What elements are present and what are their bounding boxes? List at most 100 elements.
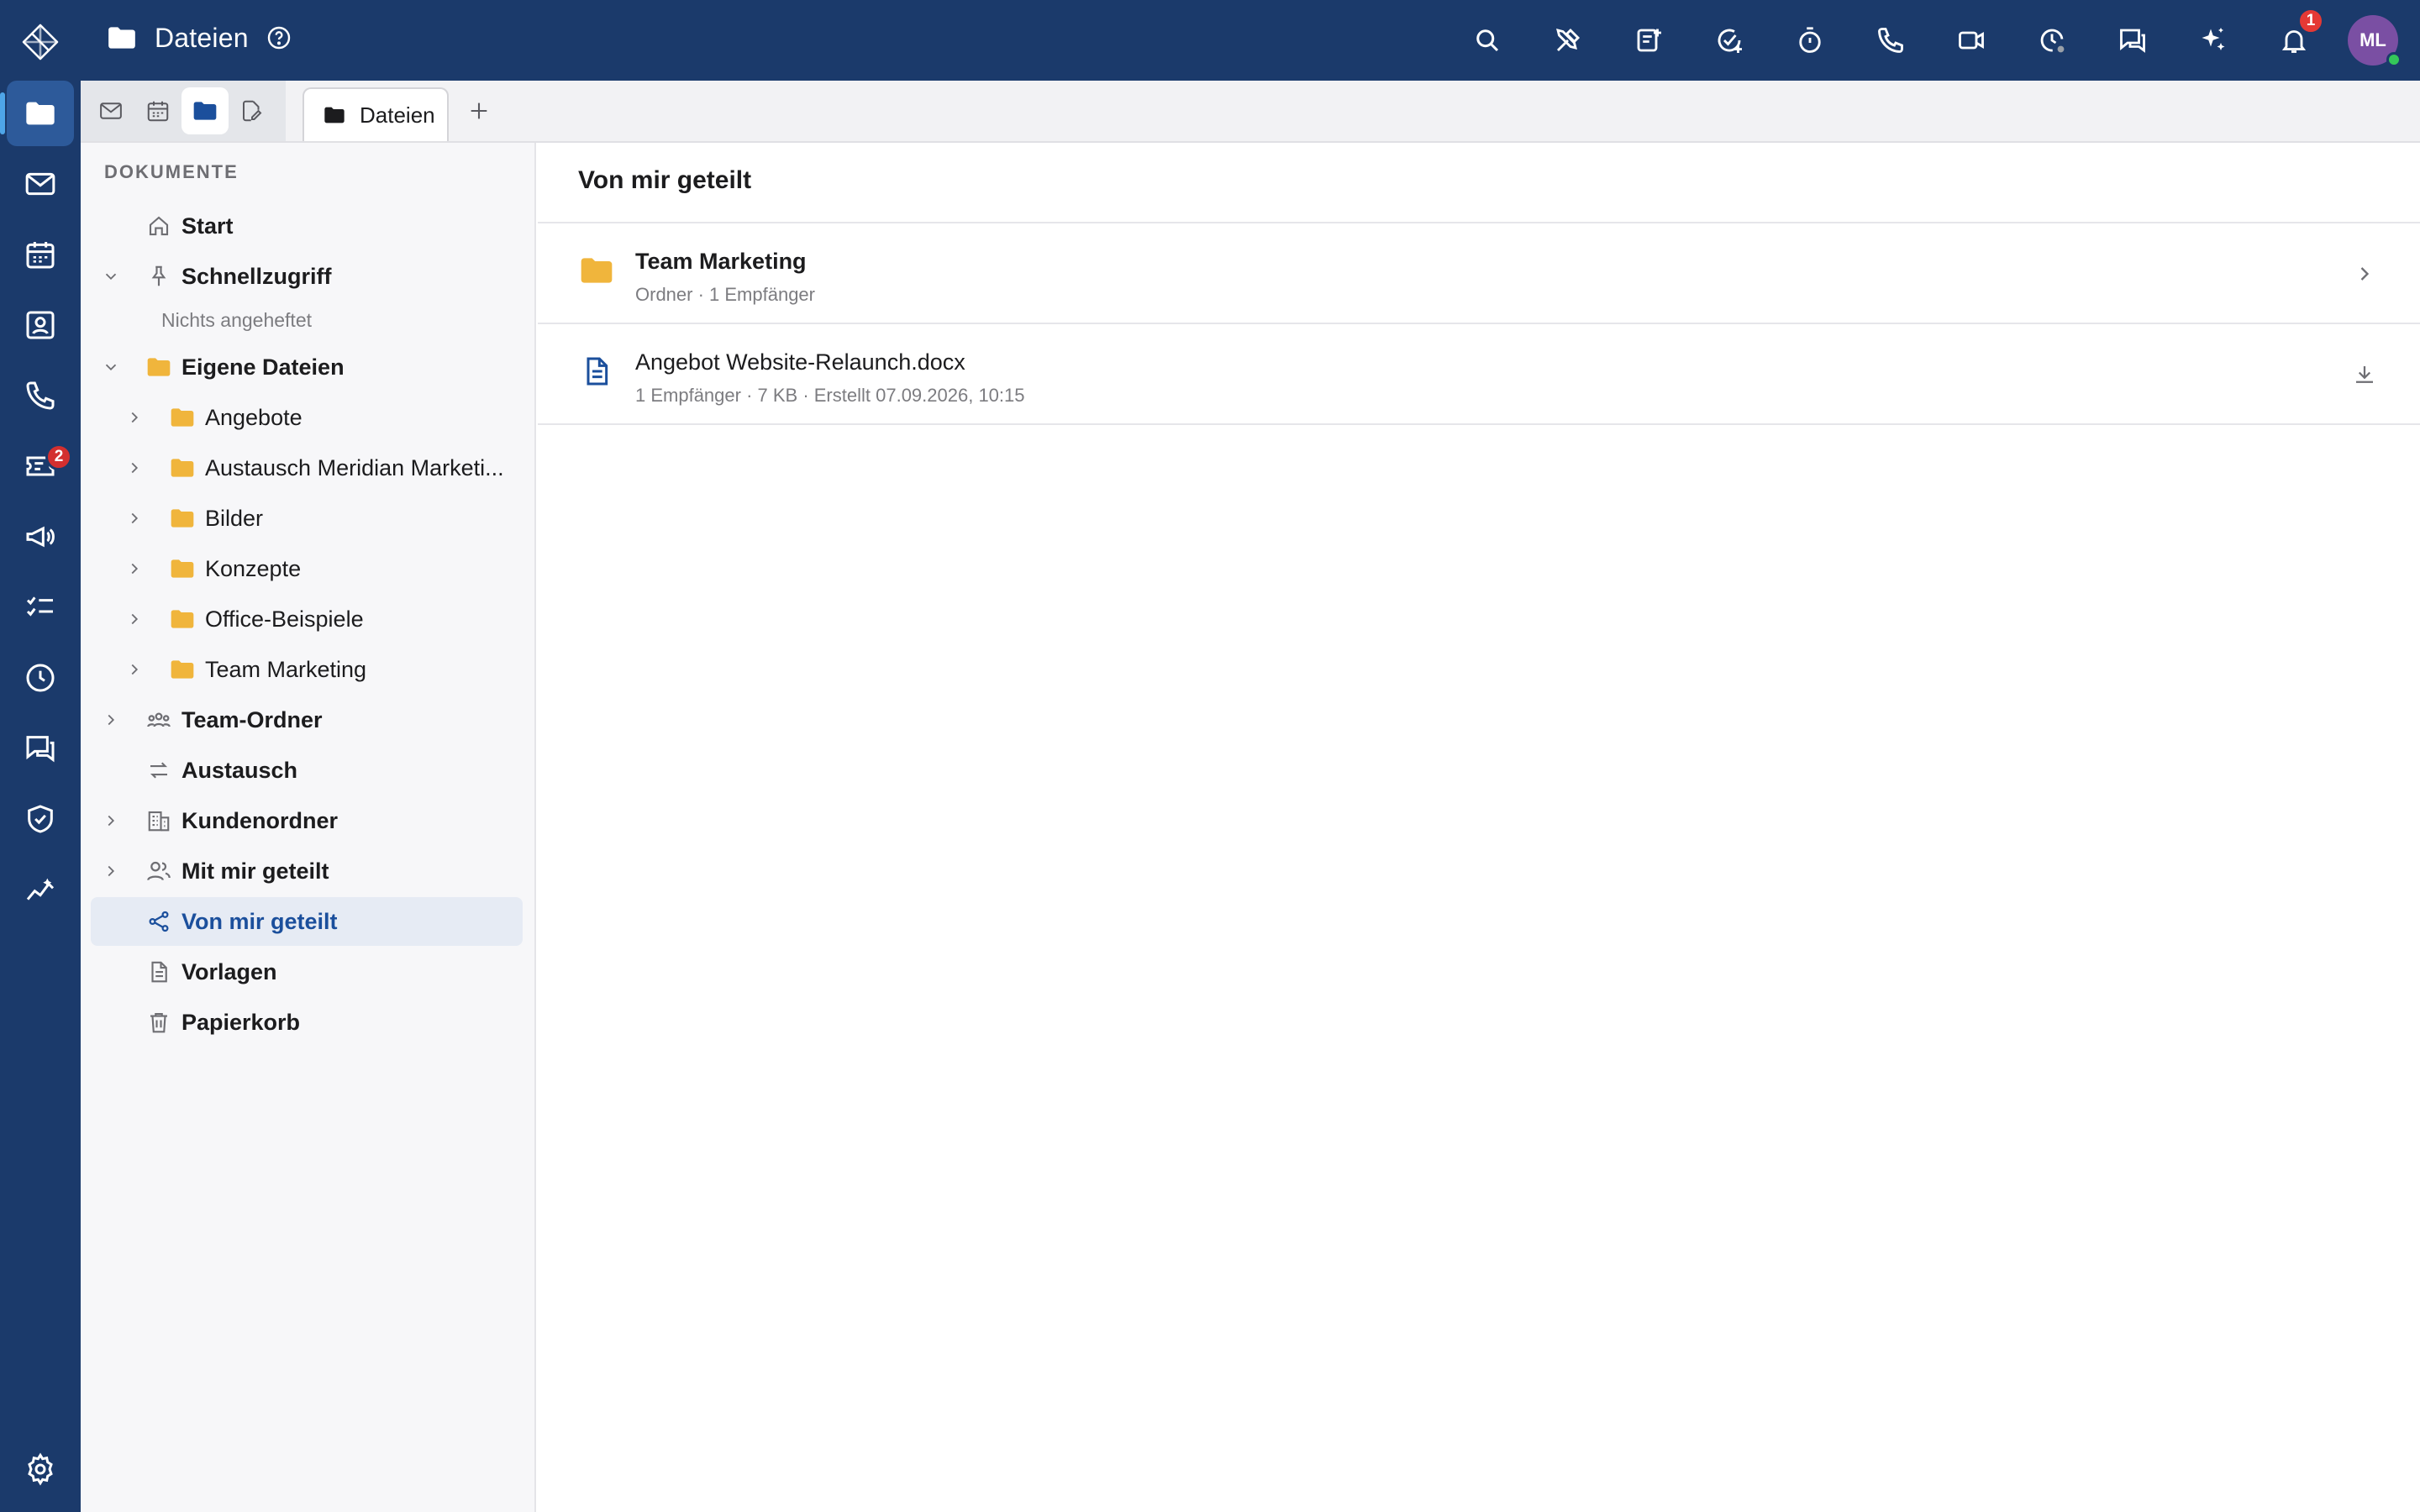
phone-icon (24, 379, 57, 412)
tree-item-office-beispiele[interactable]: Office-Beispiele (91, 595, 523, 643)
chevron-right-icon[interactable] (99, 809, 123, 832)
chevron-right-icon[interactable] (99, 708, 123, 732)
avatar-initials: ML (2360, 29, 2386, 50)
tree-item-konzepte[interactable]: Konzepte (91, 544, 523, 593)
online-status-dot (2386, 52, 2402, 67)
chevron-right-icon[interactable] (123, 456, 146, 480)
tree-item-bilder[interactable]: Bilder (91, 494, 523, 543)
rail-tickets[interactable]: 2 (7, 433, 74, 499)
rail-phone[interactable] (7, 363, 74, 428)
analytics-icon (24, 873, 57, 906)
task-add-icon (1714, 25, 1744, 55)
mode-files[interactable] (182, 87, 229, 134)
tree-item-angebote[interactable]: Angebote (91, 393, 523, 442)
tree-item-quick-access[interactable]: Schnellzugriff (91, 252, 523, 301)
tree-item-exchange[interactable]: Austausch (91, 746, 523, 795)
app-logo-icon[interactable] (20, 22, 60, 62)
header-app-title: Dateien (106, 22, 292, 54)
item-meta: 1 Empfänger · 7 KB · Erstellt 07.09.2026… (635, 385, 1025, 406)
shared-item-document[interactable]: Angebot Website-Relaunch.docx 1 Empfänge… (538, 324, 2420, 425)
chevron-right-icon[interactable] (99, 859, 123, 883)
tree-item-team-folders[interactable]: Team-Ordner (91, 696, 523, 744)
rail-calendar[interactable] (7, 222, 74, 287)
video-button[interactable] (1931, 0, 2012, 81)
tree-label: Von mir geteilt (182, 908, 338, 934)
building-icon (145, 806, 173, 835)
rail-campaigns[interactable] (7, 504, 74, 570)
tree-item-customer-folders[interactable]: Kundenordner (91, 796, 523, 845)
shared-item-folder[interactable]: Team Marketing Ordner · 1 Empfänger (538, 223, 2420, 324)
calendar-icon (24, 238, 57, 271)
folder-icon (323, 103, 346, 127)
tree-item-shared-by-me[interactable]: Von mir geteilt (91, 897, 523, 946)
user-avatar[interactable]: ML (2348, 15, 2402, 67)
app-rail: 2 (0, 0, 81, 1512)
timer-button[interactable] (1770, 0, 1850, 81)
home-icon (145, 212, 173, 240)
mail-icon (24, 167, 57, 201)
tree-item-templates[interactable]: Vorlagen (91, 948, 523, 996)
chevron-right-icon[interactable] (123, 507, 146, 530)
status-button[interactable] (2012, 0, 2092, 81)
clock-status-icon (2037, 25, 2067, 55)
chat-icon (24, 732, 57, 765)
chevron-right-icon[interactable] (123, 658, 146, 681)
files-sidebar: DOKUMENTE Start Schnellzugriff Nichts an… (81, 143, 536, 1512)
tree-label: Eigene Dateien (182, 354, 345, 380)
mode-mail[interactable] (87, 87, 134, 134)
chevron-right-icon[interactable] (123, 607, 146, 631)
new-task-button[interactable] (1689, 0, 1770, 81)
rail-chat[interactable] (7, 716, 74, 781)
tree-item-own-files[interactable]: Eigene Dateien (91, 343, 523, 391)
rail-tasks[interactable] (7, 575, 74, 640)
tree-label: Austausch Meridian Marketi... (205, 454, 504, 480)
help-icon[interactable] (266, 24, 292, 51)
assistant-button[interactable] (2173, 0, 2254, 81)
call-button[interactable] (1850, 0, 1931, 81)
chevron-right-icon[interactable] (123, 406, 146, 429)
tree-label: Mit mir geteilt (182, 858, 329, 884)
tree-item-start[interactable]: Start (91, 202, 523, 250)
chevron-right-icon[interactable] (123, 557, 146, 580)
search-icon (1472, 25, 1502, 55)
chevron-right-icon[interactable] (2348, 257, 2381, 291)
messages-button[interactable] (2092, 0, 2173, 81)
page-title: Von mir geteilt (578, 166, 752, 194)
tree-label: Konzepte (205, 555, 302, 581)
ticket-badge: 2 (45, 444, 72, 470)
tree-item-austausch-meridian[interactable]: Austausch Meridian Marketi... (91, 444, 523, 492)
tree-label: Austausch (182, 757, 298, 783)
tree-label: Office-Beispiele (205, 606, 364, 632)
add-tab-button[interactable] (462, 94, 496, 128)
calendar-icon (145, 98, 171, 123)
notifications-button[interactable]: 1 (2254, 0, 2334, 81)
rail-security[interactable] (7, 786, 74, 852)
tab-label: Dateien (360, 102, 435, 128)
rail-contacts[interactable] (7, 292, 74, 358)
plus-icon (467, 99, 491, 123)
tree-item-shared-with-me[interactable]: Mit mir geteilt (91, 847, 523, 895)
folder-icon (168, 655, 197, 684)
chevron-down-icon[interactable] (99, 355, 123, 379)
tree-item-team-marketing[interactable]: Team Marketing (91, 645, 523, 694)
search-button[interactable] (1447, 0, 1528, 81)
mode-documents[interactable] (229, 87, 276, 134)
notification-badge: 1 (2297, 8, 2324, 34)
rail-files[interactable] (0, 81, 74, 146)
section-label: DOKUMENTE (104, 161, 239, 182)
folder-icon (168, 403, 197, 432)
exchange-icon (145, 756, 173, 785)
mode-calendar[interactable] (134, 87, 182, 134)
folder-icon (168, 554, 197, 583)
tools-button[interactable] (1528, 0, 1608, 81)
rail-settings[interactable] (7, 1436, 74, 1502)
chevron-down-icon[interactable] (99, 265, 123, 288)
rail-analytics[interactable] (7, 857, 74, 922)
rail-mail[interactable] (7, 151, 74, 217)
rail-time[interactable] (7, 645, 74, 711)
new-note-button[interactable] (1608, 0, 1689, 81)
tree-item-trash[interactable]: Papierkorb (91, 998, 523, 1047)
tab-dateien[interactable]: Dateien (302, 87, 449, 141)
item-name: Team Marketing (635, 249, 807, 274)
download-icon[interactable] (2348, 358, 2381, 391)
